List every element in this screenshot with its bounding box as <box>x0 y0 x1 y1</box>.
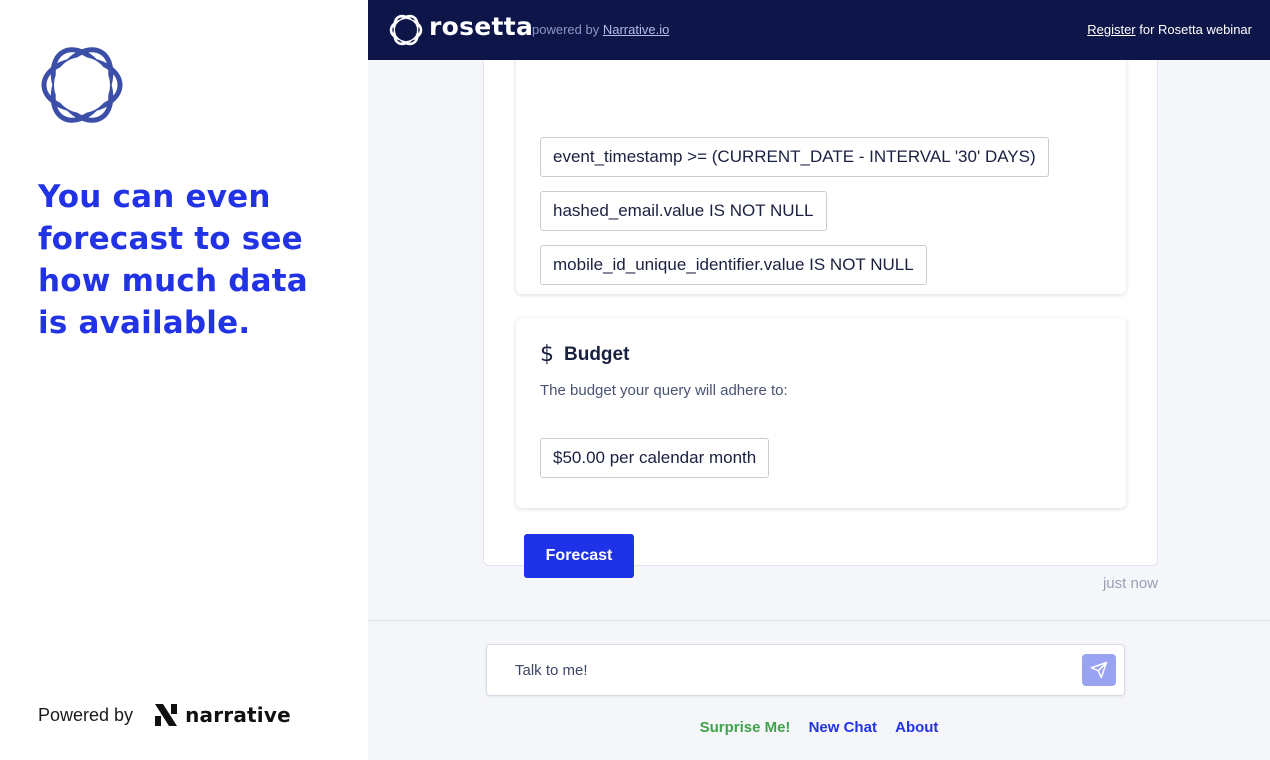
narrative-io-link[interactable]: Narrative.io <box>603 22 669 37</box>
register-suffix: for Rosetta webinar <box>1139 22 1252 37</box>
send-icon <box>1090 661 1108 679</box>
chat-area[interactable]: event_timestamp >= (CURRENT_DATE - INTER… <box>368 60 1270 620</box>
new-chat-link[interactable]: New Chat <box>809 719 877 736</box>
filter-chip: hashed_email.value IS NOT NULL <box>540 191 827 231</box>
top-bar: rosetta powered by Narrative.io Register… <box>368 0 1270 60</box>
surprise-me-link[interactable]: Surprise Me! <box>700 719 791 736</box>
powered-by-prefix: powered by <box>532 22 600 37</box>
about-link[interactable]: About <box>895 719 938 736</box>
powered-by-narrative: Powered by narrative <box>38 700 291 730</box>
filters-card: event_timestamp >= (CURRENT_DATE - INTER… <box>516 60 1126 294</box>
chat-footer: Surprise Me! New Chat About <box>368 620 1270 760</box>
narrative-wordmark: narrative <box>185 703 291 727</box>
left-panel: You can even forecast to see how much da… <box>0 0 368 760</box>
budget-value: $50.00 per calendar month <box>540 438 770 478</box>
chat-input[interactable] <box>515 645 1075 695</box>
register-text: Register for Rosetta webinar <box>1087 22 1252 37</box>
filter-chip: event_timestamp >= (CURRENT_DATE - INTER… <box>540 137 1049 177</box>
assistant-message: event_timestamp >= (CURRENT_DATE - INTER… <box>483 60 1158 578</box>
message-timestamp: just now <box>1102 575 1158 592</box>
budget-title: Budget <box>564 343 630 365</box>
rosetta-brand-icon[interactable] <box>388 12 424 48</box>
forecast-button[interactable]: Forecast <box>524 534 634 578</box>
footer-links: Surprise Me! New Chat About <box>368 719 1270 736</box>
budget-header: $ Budget <box>540 342 629 367</box>
filter-chip: mobile_id_unique_identifier.value IS NOT… <box>540 245 927 285</box>
narrative-logo-icon <box>155 704 178 726</box>
register-link[interactable]: Register <box>1087 22 1135 37</box>
chat-input-box <box>486 644 1125 696</box>
powered-by-text: powered by Narrative.io <box>532 22 669 37</box>
budget-card: $ Budget The budget your query will adhe… <box>516 318 1126 508</box>
rosetta-logo-icon <box>41 47 123 123</box>
send-button[interactable] <box>1082 654 1116 686</box>
brand-name[interactable]: rosetta <box>429 12 533 41</box>
hero-headline: You can even forecast to see how much da… <box>38 179 308 341</box>
budget-description: The budget your query will adhere to: <box>540 382 788 399</box>
powered-by-label: Powered by <box>38 704 134 725</box>
dollar-icon: $ <box>540 342 554 367</box>
